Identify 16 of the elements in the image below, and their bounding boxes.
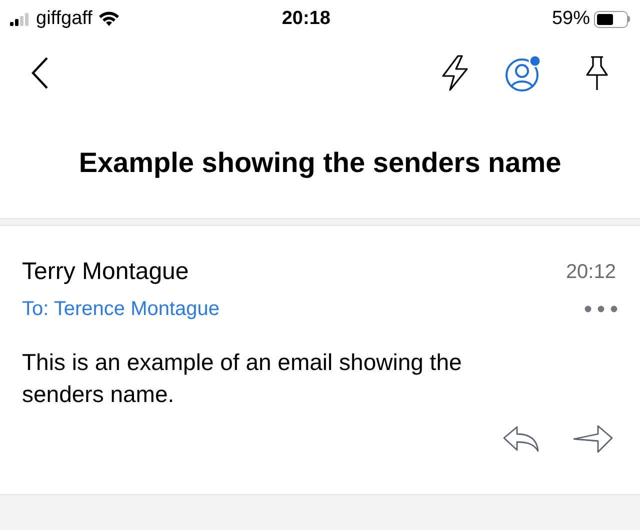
battery-icon — [594, 10, 630, 28]
wifi-icon — [98, 11, 120, 27]
back-icon[interactable] — [30, 56, 50, 90]
battery-percentage: 59% — [552, 6, 590, 31]
lightning-icon[interactable] — [440, 54, 470, 92]
carrier-name: giffgaff — [36, 6, 92, 31]
email-time: 20:12 — [566, 260, 616, 285]
sender-name: Terry Montague — [22, 257, 189, 287]
pin-icon[interactable] — [584, 54, 610, 92]
more-icon[interactable] — [584, 305, 618, 313]
recipient-link[interactable]: To: Terence Montague — [22, 294, 220, 324]
signal-icon — [10, 12, 30, 26]
forward-icon[interactable] — [572, 424, 614, 454]
email-subject: Example showing the senders name — [78, 146, 562, 180]
email-body: This is an example of an email showing the senders name. — [22, 348, 463, 409]
clock: 20:18 — [282, 6, 330, 31]
